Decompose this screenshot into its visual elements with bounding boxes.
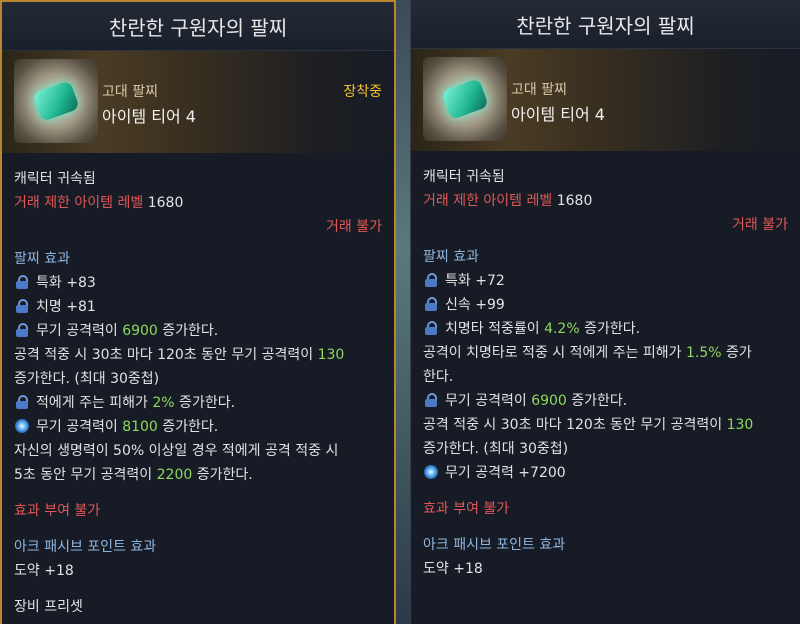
trade-status: 거래 불가 xyxy=(732,217,788,233)
stat-text: 특화 +72 xyxy=(445,273,505,289)
lock-icon xyxy=(425,297,437,311)
effect-line: 무기 공격력이 6900 증가한다. xyxy=(14,319,382,343)
effect-line: 무기 공격력이 6900 증가한다. xyxy=(423,389,788,413)
bound-text: 캐릭터 귀속됨 xyxy=(423,169,505,185)
effect-line: 적에게 주는 피해가 2% 증가한다. xyxy=(14,391,382,415)
ark-passive-header: 아크 패시브 포인트 효과 xyxy=(14,539,157,555)
effect-line: 증가한다. (최대 30중첩) xyxy=(14,371,160,387)
trade-level-value: 1680 xyxy=(556,193,593,209)
trade-level-line: 거래 제한 아이템 레벨 1680 xyxy=(423,189,788,213)
item-grade: 고대 팔찌 xyxy=(102,84,158,100)
effect-text: 증가한다. xyxy=(157,323,219,339)
effect-text: 증가한다. xyxy=(157,419,219,435)
effect-text: 무기 공격력이 xyxy=(36,323,123,339)
effect-line: 치명타 적중률이 4.2% 증가한다. xyxy=(423,317,788,341)
bound-text: 캐릭터 귀속됨 xyxy=(14,171,96,187)
trade-level-label: 거래 제한 아이템 레벨 xyxy=(423,193,553,209)
effect-text: 증가한다. xyxy=(174,395,236,411)
effect-text: 무기 공격력이 xyxy=(445,393,532,409)
effect-text: 증가한다. xyxy=(566,393,628,409)
effect-text: 적에게 주는 피해가 xyxy=(36,395,153,411)
effect-line: 무기 공격력이 8100 증가한다. xyxy=(14,415,382,439)
item-details: 캐릭터 귀속됨 거래 제한 아이템 레벨 1680 거래 불가 팔찌 효과 특화… xyxy=(2,153,394,619)
effect-text: 증가한다. xyxy=(579,321,641,337)
effect-line: 한다. xyxy=(423,369,454,385)
background-strip xyxy=(396,0,410,624)
effect-text: 공격 적중 시 30초 마다 120초 동안 무기 공격력이 xyxy=(14,347,318,363)
effect-text: 무기 공격력 +7200 xyxy=(445,465,566,481)
stat-line: 특화 +83 xyxy=(14,271,382,295)
effect-value: 4.2% xyxy=(544,321,580,337)
no-effect-text: 효과 부여 불가 xyxy=(14,503,101,519)
item-details: 캐릭터 귀속됨 거래 제한 아이템 레벨 1680 거래 불가 팔찌 효과 특화… xyxy=(411,151,800,581)
stat-text: 특화 +83 xyxy=(36,275,96,291)
tooltip-compare: 찬란한 구원자의 팔찌 고대 팔찌 아이템 티어 4 캐릭터 귀속됨 거래 제한… xyxy=(410,0,800,624)
swirl-icon xyxy=(424,465,438,479)
effect-text: 무기 공격력이 xyxy=(36,419,123,435)
preset-header: 장비 프리셋 xyxy=(14,599,83,615)
lock-icon xyxy=(16,299,28,313)
effect-line: 공격 적중 시 30초 마다 120초 동안 무기 공격력이 130 xyxy=(14,343,382,367)
stat-line: 특화 +72 xyxy=(423,269,788,293)
effect-value: 6900 xyxy=(531,393,567,409)
effect-line: 무기 공격력 +7200 xyxy=(423,461,788,485)
lock-icon xyxy=(16,323,28,337)
effect-value: 130 xyxy=(726,417,754,433)
effect-text: 증가 xyxy=(721,345,752,361)
item-title: 찬란한 구원자의 팔찌 xyxy=(411,0,800,49)
effect-text: 증가한다. xyxy=(192,467,253,483)
trade-level-line: 거래 제한 아이템 레벨 1680 xyxy=(14,191,382,215)
item-tier: 아이템 티어 4 xyxy=(102,107,196,126)
stat-line: 신속 +99 xyxy=(423,293,788,317)
bracelet-icon xyxy=(14,59,98,143)
effect-value: 1.5% xyxy=(686,345,722,361)
lock-icon xyxy=(16,395,28,409)
lock-icon xyxy=(16,275,28,289)
item-header: 고대 팔찌 아이템 티어 4 장착중 xyxy=(2,51,394,153)
lock-icon xyxy=(425,273,437,287)
effect-text: 공격이 치명타로 적중 시 적에게 주는 피해가 xyxy=(423,345,686,361)
item-tier: 아이템 티어 4 xyxy=(511,105,605,124)
effect-header: 팔찌 효과 xyxy=(14,251,70,267)
equipped-badge: 장착중 xyxy=(343,84,382,100)
no-effect-text: 효과 부여 불가 xyxy=(423,501,510,517)
trade-status: 거래 불가 xyxy=(326,219,382,235)
effect-text: 공격 적중 시 30초 마다 120초 동안 무기 공격력이 xyxy=(423,417,727,433)
effect-line: 공격 적중 시 30초 마다 120초 동안 무기 공격력이 130 xyxy=(423,413,788,437)
tooltip-equipped: 찬란한 구원자의 팔찌 고대 팔찌 아이템 티어 4 장착중 캐릭터 귀속됨 거… xyxy=(0,0,396,624)
effect-line: 5초 동안 무기 공격력이 2200 증가한다. xyxy=(14,463,382,487)
ark-passive-value: 도약 +18 xyxy=(14,563,74,579)
effect-value: 2200 xyxy=(156,467,193,483)
item-header: 고대 팔찌 아이템 티어 4 xyxy=(411,49,800,151)
effect-header: 팔찌 효과 xyxy=(423,249,479,265)
effect-line: 공격이 치명타로 적중 시 적에게 주는 피해가 1.5% 증가 xyxy=(423,341,788,365)
effect-text: 치명타 적중률이 xyxy=(445,321,545,337)
lock-icon xyxy=(425,321,437,335)
lock-icon xyxy=(425,393,437,407)
effect-value: 2% xyxy=(152,395,175,411)
ark-passive-header: 아크 패시브 포인트 효과 xyxy=(423,537,566,553)
ark-passive-value: 도약 +18 xyxy=(423,561,483,577)
effect-value: 130 xyxy=(317,347,345,363)
effect-value: 8100 xyxy=(122,419,158,435)
trade-level-value: 1680 xyxy=(147,195,184,211)
stat-text: 신속 +99 xyxy=(445,297,505,313)
effect-value: 6900 xyxy=(122,323,158,339)
swirl-icon xyxy=(15,419,29,433)
stat-text: 치명 +81 xyxy=(36,299,96,315)
effect-text: 5초 동안 무기 공격력이 xyxy=(14,467,157,483)
bracelet-icon xyxy=(423,57,507,141)
effect-line: 자신의 생명력이 50% 이상일 경우 적에게 공격 적중 시 xyxy=(14,443,339,459)
item-title: 찬란한 구원자의 팔찌 xyxy=(2,2,394,51)
stat-line: 치명 +81 xyxy=(14,295,382,319)
trade-level-label: 거래 제한 아이템 레벨 xyxy=(14,195,144,211)
item-grade: 고대 팔찌 xyxy=(511,82,567,98)
effect-line: 증가한다. (최대 30중첩) xyxy=(423,441,569,457)
